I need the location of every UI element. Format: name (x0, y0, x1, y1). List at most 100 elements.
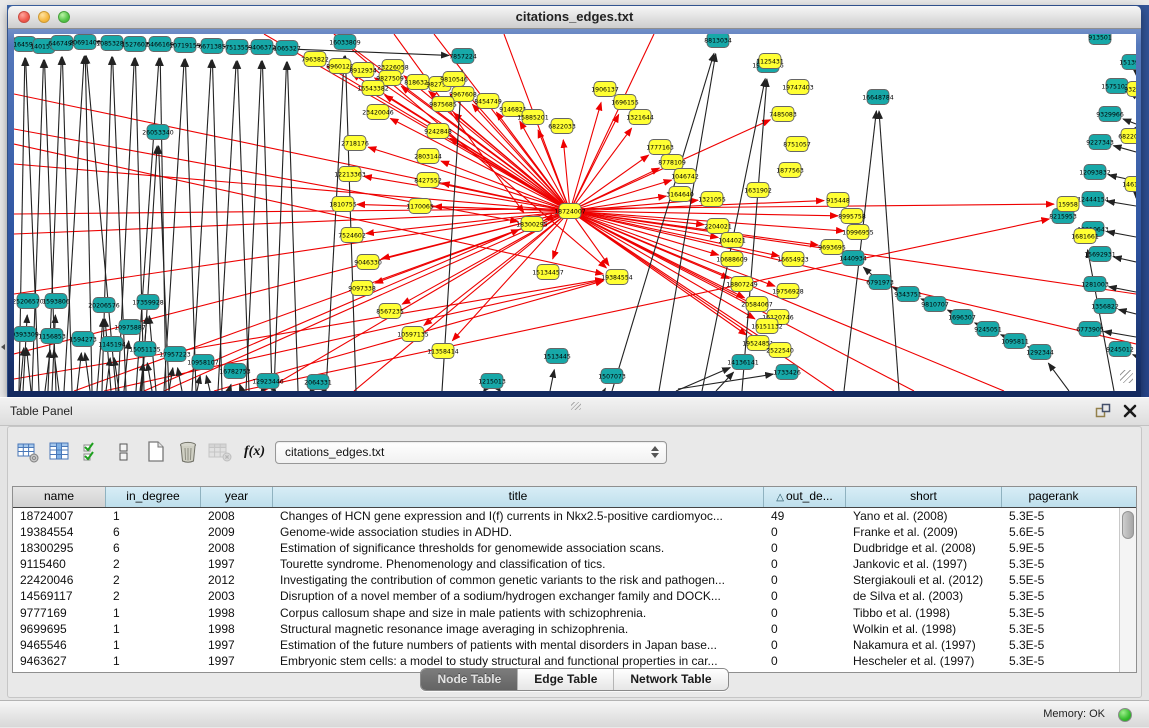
table-row[interactable]: 1830029562008Estimation of significance … (13, 540, 1120, 556)
graph-node[interactable]: 19756928 (772, 284, 804, 299)
table-row[interactable]: 977716911998Corpus callosum shape and si… (13, 605, 1120, 621)
table-cell[interactable]: 5.3E-5 (1002, 637, 1105, 653)
table-cell[interactable]: 2008 (201, 540, 273, 556)
table-cell[interactable]: 0 (764, 621, 846, 637)
table-cell[interactable]: 0 (764, 572, 846, 588)
graph-node[interactable]: 6773905 (1076, 322, 1104, 337)
graph-node[interactable]: 1044021 (718, 233, 746, 248)
graph-node[interactable]: 6671385 (198, 39, 226, 54)
graph-node[interactable]: 8912934 (349, 63, 377, 78)
table-scrollbar-thumb[interactable] (1122, 511, 1134, 539)
table-row[interactable]: 2242004622012Investigating the contribut… (13, 572, 1120, 588)
table-cell[interactable]: 5.3E-5 (1002, 653, 1105, 669)
table-select-dropdown[interactable]: citations_edges.txt (275, 441, 667, 464)
graph-node[interactable]: 8995758 (838, 209, 866, 224)
table-cell[interactable]: Genome-wide association studies in ADHD. (273, 524, 764, 540)
graph-node[interactable]: 20206576 (88, 298, 120, 313)
graph-node[interactable]: 9810707 (921, 297, 949, 312)
graph-node[interactable]: 1321644 (626, 110, 654, 125)
table-cell[interactable]: 2 (106, 556, 201, 572)
column-header-name[interactable]: name (13, 487, 106, 507)
graph-node[interactable]: 1877563 (776, 163, 804, 178)
graph-node[interactable]: 8813034 (704, 34, 732, 48)
table-cell[interactable]: 5.9E-5 (1002, 540, 1105, 556)
graph-node[interactable]: 9875685 (429, 97, 457, 112)
new-table-button[interactable] (142, 439, 170, 465)
graph-node[interactable]: 1594273 (69, 332, 97, 347)
table-cell[interactable]: Estimation of the future numbers of pati… (273, 637, 764, 653)
window-resize-grip[interactable] (1120, 370, 1133, 383)
graph-node[interactable]: 9245012 (1106, 342, 1134, 357)
graph-node[interactable]: 15134457 (532, 265, 564, 280)
graph-node[interactable]: 8427552 (414, 173, 442, 188)
table-cell[interactable]: 19384554 (13, 524, 106, 540)
graph-node[interactable]: 10597135 (397, 327, 429, 342)
graph-node[interactable]: 20584067 (741, 297, 773, 312)
table-cell[interactable]: 0 (764, 605, 846, 621)
column-header-short[interactable]: short (846, 487, 1002, 507)
splitter-grip-icon[interactable] (571, 402, 581, 410)
graph-node[interactable]: 2204021 (704, 219, 732, 234)
table-cell[interactable]: 2009 (201, 524, 273, 540)
graph-node[interactable]: 9343751 (894, 287, 922, 302)
table-row[interactable]: 1456911722003Disruption of a novel membe… (13, 588, 1120, 604)
graph-node[interactable]: 1513445 (543, 349, 571, 364)
graph-node[interactable]: 9097338 (348, 281, 376, 296)
table-cell[interactable]: Stergiakouli et al. (2012) (846, 572, 1002, 588)
table-cell[interactable]: 6 (106, 540, 201, 556)
float-panel-icon[interactable] (1095, 403, 1111, 419)
graph-node[interactable]: 12213363 (334, 167, 366, 182)
graph-node[interactable]: 8778109 (658, 155, 686, 170)
graph-node[interactable]: 9046330 (354, 255, 382, 270)
graph-node[interactable]: 10996955 (842, 225, 874, 240)
table-cell[interactable]: Nakamura et al. (1997) (846, 637, 1002, 653)
graph-node[interactable]: 1046742 (671, 169, 699, 184)
graph-node[interactable]: 10719155 (169, 38, 201, 53)
table-cell[interactable]: 2 (106, 572, 201, 588)
table-cell[interactable]: 49 (764, 508, 846, 524)
row-height-button[interactable] (110, 439, 138, 465)
window-titlebar[interactable]: citations_edges.txt (8, 6, 1141, 29)
table-cell[interactable]: 1998 (201, 621, 273, 637)
graph-node[interactable]: 8751057 (783, 137, 811, 152)
graph-node[interactable]: 17359928 (132, 295, 164, 310)
graph-node[interactable]: 1215013 (478, 374, 506, 389)
table-cell[interactable]: 0 (764, 653, 846, 669)
graph-node[interactable]: 12093832 (1079, 165, 1111, 180)
graph-node[interactable]: 1777163 (646, 140, 674, 155)
graph-node[interactable]: 1906137 (591, 82, 619, 97)
graph-node[interactable]: 15051135 (129, 342, 161, 357)
graph-node[interactable]: 16782753 (219, 364, 251, 379)
delete-column-button[interactable] (174, 439, 202, 465)
table-cell[interactable]: 14569117 (13, 588, 106, 604)
table-row[interactable]: 1872400712008Changes of HCN gene express… (13, 508, 1120, 524)
graph-node[interactable]: 12444154 (1077, 192, 1109, 207)
table-cell[interactable]: 9777169 (13, 605, 106, 621)
graph-node[interactable]: 1292344 (1026, 345, 1054, 360)
graph-node[interactable]: 1631902 (744, 183, 772, 198)
table-cell[interactable]: 0 (764, 524, 846, 540)
graph-node[interactable]: 1527602 (121, 37, 149, 52)
graph-node[interactable]: 25206570 (14, 294, 44, 309)
graph-node[interactable]: 7963822 (301, 52, 329, 67)
graph-node[interactable]: 16648784 (862, 90, 894, 105)
table-cell[interactable]: 1 (106, 605, 201, 621)
graph-node[interactable]: 9245051 (974, 322, 1002, 337)
table-cell[interactable]: Changes of HCN gene expression and I(f) … (273, 508, 764, 524)
graph-node[interactable]: 1321055 (698, 192, 726, 207)
table-cell[interactable]: 0 (764, 556, 846, 572)
table-cell[interactable]: 0 (764, 637, 846, 653)
table-settings-button[interactable] (14, 439, 42, 465)
graph-node[interactable]: 1810755 (329, 197, 357, 212)
graph-node[interactable]: 1507073 (598, 369, 626, 384)
graph-node[interactable]: 16033809 (329, 35, 361, 50)
table-row[interactable]: 946362711997Embryonic stem cells: a mode… (13, 653, 1120, 669)
table-cell[interactable]: 2003 (201, 588, 273, 604)
graph-node[interactable]: 10958107 (187, 355, 219, 370)
table-cell[interactable]: Investigating the contribution of common… (273, 572, 764, 588)
graph-node[interactable]: 7524602 (338, 228, 366, 243)
table-cell[interactable]: 9465546 (13, 637, 106, 653)
table-cell[interactable]: Tourette syndrome. Phenomenology and cla… (273, 556, 764, 572)
graph-node[interactable]: 8454749 (474, 94, 502, 109)
table-cell[interactable]: 6 (106, 524, 201, 540)
